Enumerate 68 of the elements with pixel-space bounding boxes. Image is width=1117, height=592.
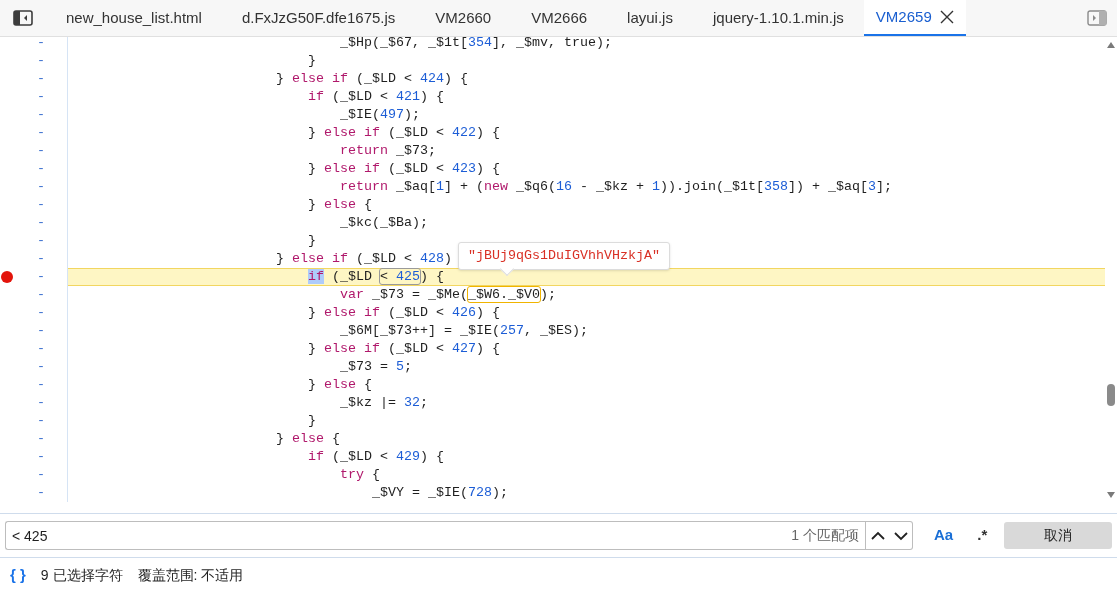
line-marker: - [37,430,45,448]
line-marker: - [37,124,45,142]
code-line: } else if (_$LD < 422) { [307,125,500,140]
code-line: _$73 = 5; [339,359,412,374]
line-marker: - [37,412,45,430]
line-marker: - [37,376,45,394]
file-tab[interactable]: d.FxJzG50F.dfe1675.js [221,0,416,36]
code-line: } [307,413,316,428]
pretty-print-button[interactable]: { } [10,563,26,587]
line-marker: - [37,214,45,232]
line-marker: - [37,52,45,70]
cancel-button[interactable]: 取消 [1004,522,1112,549]
code-line: if (_$LD < 421) { [307,89,444,104]
selection-count: 9 已选择字符 [40,565,123,585]
file-tab[interactable]: new_house_list.html [46,0,222,36]
code-line: _$Hp(_$67, _$1t[354], _$mv, true); [339,37,612,50]
code-line: _$IE(497); [339,107,420,122]
line-marker: - [37,304,45,322]
regex-toggle[interactable]: .* [974,524,991,547]
line-marker: - [37,88,45,106]
breakpoint-icon[interactable] [1,271,13,283]
match-case-toggle[interactable]: Aa [931,524,957,547]
line-marker: - [37,394,45,412]
line-marker: - [37,196,45,214]
line-marker: - [37,70,45,88]
line-marker: - [37,178,45,196]
code-line: _$VY = _$IE(728); [371,485,508,500]
sidebar-toggle-icon[interactable] [13,10,33,26]
code-line: } else { [275,431,340,446]
file-tab[interactable]: jquery-1.10.1.min.js [692,0,864,36]
code-line: try { [339,467,380,482]
code-line: } else { [307,197,372,212]
line-marker: - [37,268,45,286]
coverage-status: 覆盖范围: 不适用 [137,565,244,585]
code-line: _$kz |= 32; [339,395,428,410]
line-marker: - [37,106,45,124]
line-marker: - [37,322,45,340]
line-marker: - [37,142,45,160]
line-marker: - [37,250,45,268]
code-line: _$kc(_$Ba); [339,215,428,230]
file-tab[interactable]: VM2666 [511,0,608,36]
code-line: } else if (_$LD < 424) { [275,71,468,86]
code-line: _$6M[_$73++] = _$IE(257, _$ES); [339,323,588,338]
code-line: } else { [307,377,372,392]
line-marker: - [37,37,45,52]
close-icon[interactable] [939,10,954,24]
code-line: return _$aq[1] + (new _$q6(16 - _$kz + 1)).join(_$1t[358]) + _$aq[3]; [339,179,892,194]
file-tab[interactable]: VM2660 [415,0,512,36]
file-tab[interactable]: VM2659 [863,0,966,36]
file-tab[interactable]: layui.js [607,0,693,36]
line-marker: - [37,160,45,178]
line-marker: - [37,340,45,358]
code-line: } [307,53,316,68]
code-line: } else if (_$LD < 427) { [307,341,500,356]
code-line: } else if (_$LD < 423) { [307,161,500,176]
code-line: } else if (_$LD < 426) { [307,305,500,320]
line-marker: - [37,358,45,376]
line-marker: - [37,448,45,466]
line-marker: - [37,232,45,250]
code-line: } else if (_$LD < 428) [275,251,452,266]
code-line: } [307,233,316,248]
code-line: if (_$LD < 425) { [307,269,444,284]
line-marker: - [37,466,45,484]
sidebar-toggle-icon[interactable] [1087,10,1107,26]
line-marker: - [37,484,45,502]
line-marker: - [37,286,45,304]
code-line: return _$73; [339,143,436,158]
code-line: if (_$LD < 429) { [307,449,444,464]
